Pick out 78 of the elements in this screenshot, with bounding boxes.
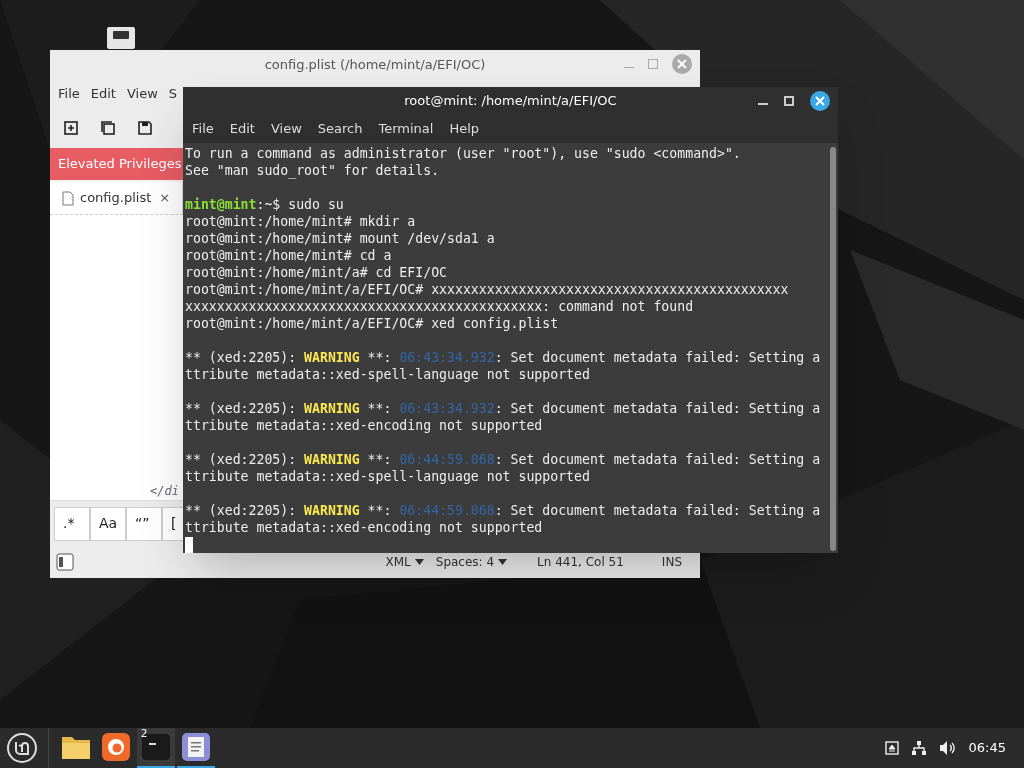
folder-icon [61,734,91,760]
warning-label: WARNING [304,452,360,467]
warning-separator: **: [366,350,393,365]
tab-label: config.plist [80,189,152,208]
cursor-position: Ln 441, Col 51 [537,554,624,571]
language-dropdown[interactable]: XML [385,553,424,571]
volume-icon[interactable] [938,740,957,756]
timestamp: 06:43:34.932 [399,350,495,365]
tab-close-button[interactable]: × [159,188,171,208]
terminal-line: ttribute metadata::xed-encoding not supported [185,418,543,433]
terminal-line: To run a command as administrator (user "root"), use "sudo <command>". [185,146,741,161]
document-tab[interactable]: config.plist × [50,182,184,214]
menu-item[interactable]: File [192,119,214,139]
menu-item[interactable]: Edit [229,119,255,139]
insert-mode: INS [661,554,682,571]
infobar-message: Elevated Privileges [58,155,182,174]
copy-icon[interactable] [100,120,116,136]
warning-message: : Set document metadata failed: Setting a [494,350,821,365]
terminal-line: :~$ sudo su [256,197,344,212]
caret-icon [498,559,508,565]
terminal-line: root@mint:/home/mint# mkdir a [185,214,416,229]
new-document-icon[interactable] [64,121,78,135]
text-cursor [185,536,193,553]
terminal-line: See "man sudo_root" for details. [185,163,440,178]
warning-message: : Set document metadata failed: Setting a [494,401,821,416]
warning-label: WARNING [304,350,360,365]
menu-item[interactable]: S [168,84,178,104]
warning-separator: **: [366,503,393,518]
timestamp: 06:44:59.068 [399,452,495,467]
menu-icon[interactable] [6,732,38,764]
warning-prefix: ** (xed:2205): [185,452,298,467]
fox-icon [102,733,130,761]
window-title: root@mint: /home/mint/a/EFI/OC [404,92,617,111]
search-option-button[interactable]: “” [126,506,162,541]
warning-message: : Set document metadata failed: Setting a [494,452,821,467]
network-icon[interactable] [910,740,927,756]
terminal-line: root@mint:/home/mint# cd a [185,248,392,263]
terminal-line: ttribute metadata::xed-spell-language not supported [185,469,590,484]
window-title: config.plist (/home/mint/a/EFI/OC) [264,56,486,75]
menu-item[interactable]: Search [317,119,363,139]
taskbar-app[interactable]: 2 [137,728,175,768]
menu-item[interactable]: View [270,119,302,139]
search-option-button[interactable]: Aa [90,506,126,541]
prompt-user: mint@mint [185,197,257,212]
eject-icon[interactable] [884,741,899,755]
spaces-dropdown[interactable]: Spaces: 4 [435,553,508,571]
warning-prefix: ** (xed:2205): [185,350,298,365]
warning-prefix: ** (xed:2205): [185,401,298,416]
text-editor-icon [182,733,210,761]
search-option-button[interactable]: .* [54,506,90,541]
warning-separator: **: [366,401,393,416]
warning-label: WARNING [304,401,360,416]
terminal-line: root@mint:/home/mint/a# cd EFI/OC [185,265,447,280]
close-icon[interactable] [810,91,830,111]
menu-item[interactable]: File [58,84,80,104]
side-panel-icon[interactable] [56,553,74,571]
clock[interactable]: 06:45 [968,738,1006,758]
menu-item[interactable]: View [126,84,158,104]
timestamp: 06:44:59.068 [399,503,495,518]
menu-item[interactable]: Terminal [378,119,434,139]
terminal-line: ttribute metadata::xed-spell-language not supported [185,367,590,382]
window-count: 2 [141,729,148,739]
terminal-line: root@mint:/home/mint/a/EFI/OC# xed config.plist [185,316,559,331]
document-icon [62,190,74,206]
terminal-line: root@mint:/home/mint# mount /dev/sda1 a [185,231,495,246]
warning-message: : Set document metadata failed: Setting a [494,503,821,518]
warning-separator: **: [366,452,393,467]
terminal-line: xxxxxxxxxxxxxxxxxxxxxxxxxxxxxxxxxxxxxxxxxxxxx: command not found [185,299,694,314]
warning-label: WARNING [304,503,360,518]
menu-item[interactable]: Edit [90,84,116,104]
caret-icon [414,559,424,565]
menu-item[interactable]: Help [449,119,480,139]
maximize-icon[interactable] [784,96,794,106]
save-icon[interactable] [138,121,152,135]
code-text: </di [150,483,179,500]
timestamp: 06:43:34.932 [399,401,495,416]
terminal-line: root@mint:/home/mint/a/EFI/OC# xxxxxxxxxxxxxxxxxxxxxxxxxxxxxxxxxxxxxxxxxxxxx [185,282,789,297]
scrollbar[interactable] [830,147,836,551]
